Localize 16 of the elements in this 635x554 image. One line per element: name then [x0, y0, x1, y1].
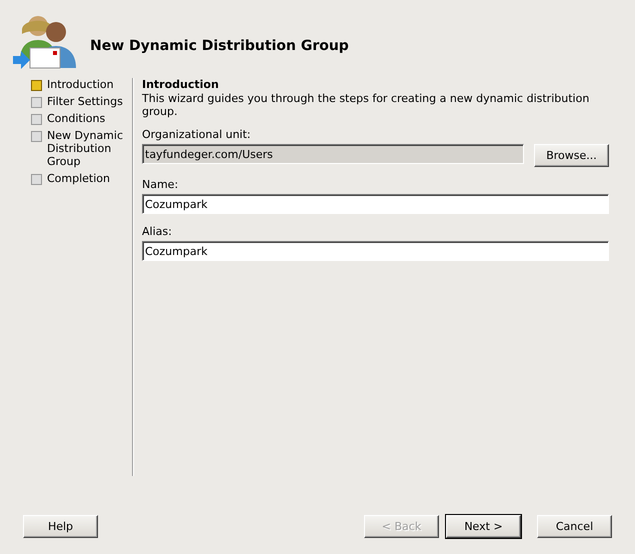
field-label: Organizational unit: — [142, 128, 252, 141]
page-heading: Introduction — [142, 78, 220, 91]
field-label: Name: — [142, 178, 180, 191]
step-label: Filter Settings — [47, 95, 124, 108]
wizard-button[interactable]: Cancel — [537, 515, 612, 538]
field-label: Alias: — [142, 225, 173, 238]
text-field[interactable]: Cozumpark — [142, 241, 609, 261]
window-title: New Dynamic Distribution Group — [90, 38, 349, 56]
page-description: This wizard guides you through the steps for creating a new dynamic distribution group. — [142, 92, 590, 118]
step-label: Completion — [47, 172, 112, 185]
wizard-button[interactable]: Help — [23, 515, 98, 538]
step-label: Introduction — [47, 78, 115, 91]
step-label: New Dynamic Distribution Group — [47, 129, 124, 168]
text-field[interactable]: Cozumpark — [142, 194, 609, 214]
wizard-button[interactable]: Next > — [446, 515, 521, 538]
step-label: Conditions — [47, 112, 106, 125]
